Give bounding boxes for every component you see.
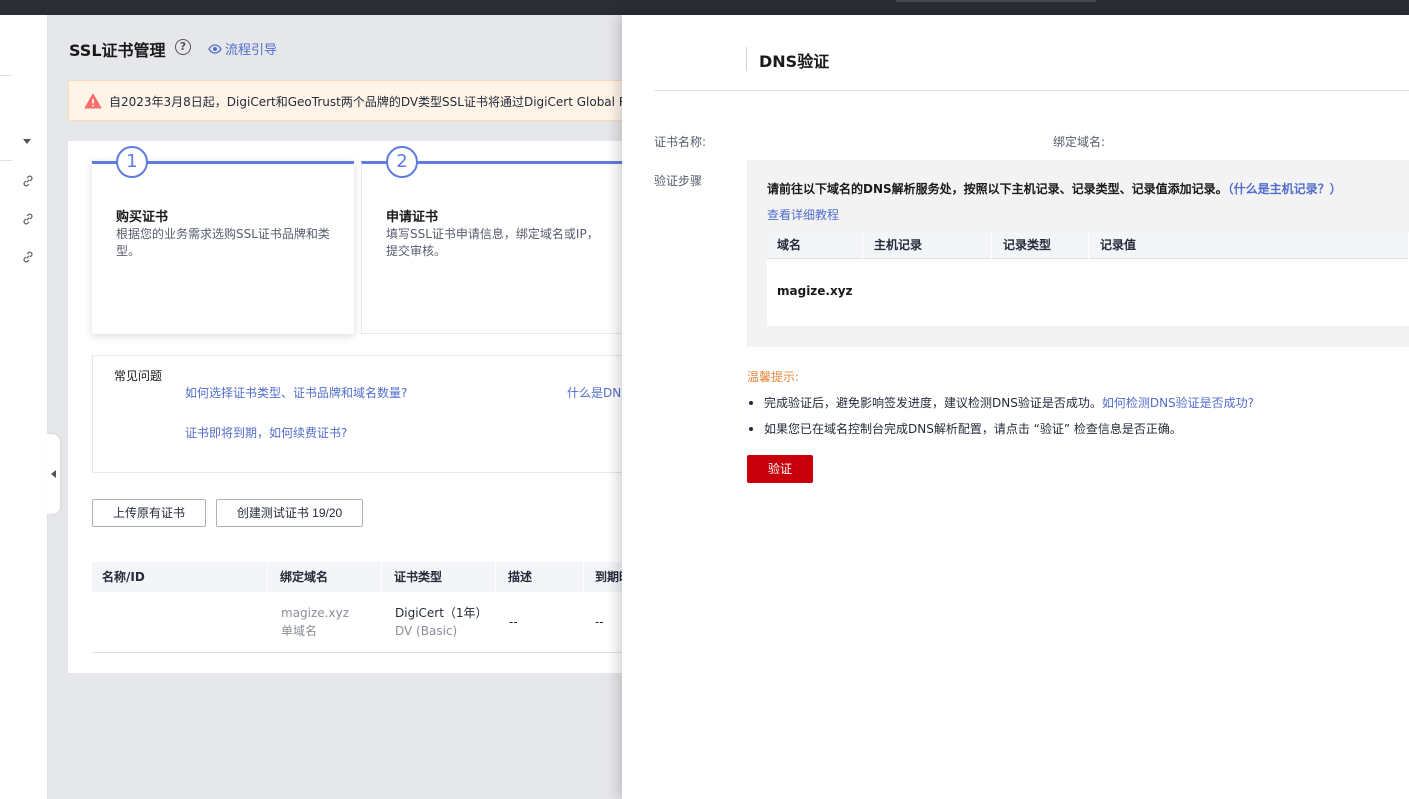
faq-link[interactable]: 如何选择证书类型、证书品牌和域名数量? — [185, 384, 407, 401]
cell-cert-sub: DV (Basic) — [395, 624, 458, 638]
step-number: 2 — [386, 146, 418, 178]
instruction-text: 请前往以下域名的DNS解析服务处，按照以下主机记录、记录类型、记录值添加记录。（… — [767, 180, 1342, 197]
cell-cert-type: DigiCert（1年） — [395, 606, 488, 620]
page-title: SSL证书管理 — [69, 41, 166, 60]
cert-name-label: 证书名称: — [654, 135, 707, 149]
tips-title: 温馨提示: — [747, 370, 800, 384]
step-title: 购买证书 — [116, 210, 169, 225]
process-guide-link[interactable]: 流程引导 — [208, 39, 277, 58]
check-dns-link[interactable]: 如何检测DNS验证是否成功? — [1102, 396, 1254, 410]
verify-steps-box: 请前往以下域名的DNS解析服务处，按照以下主机记录、记录类型、记录值添加记录。（… — [747, 160, 1409, 347]
dns-table-header: 域名 主机记录 记录类型 记录值 — [767, 232, 1409, 259]
create-test-cert-button[interactable]: 创建测试证书 19/20 — [216, 499, 363, 527]
notice-banner: 自2023年3月8日起，DigiCert和GeoTrust两个品牌的DV类型SS… — [68, 80, 622, 121]
column-header[interactable]: 绑定域名 — [270, 562, 382, 592]
faq-link[interactable]: 证书即将到期，如何续费证书? — [185, 424, 347, 441]
chevron-down-icon[interactable] — [23, 139, 31, 144]
drawer-title: DNS验证 — [759, 52, 830, 71]
top-bar — [0, 0, 1409, 15]
bullet — [749, 400, 753, 405]
cell-domain-type: 单域名 — [281, 624, 318, 638]
nav-divider — [0, 160, 12, 161]
step-title: 申请证书 — [386, 210, 439, 225]
column-header[interactable]: 证书类型 — [384, 562, 496, 592]
column-header: 主机记录 — [864, 232, 992, 259]
link-icon[interactable] — [21, 212, 35, 226]
bound-domain-label: 绑定域名: — [1053, 135, 1106, 149]
cell-desc: -- — [509, 615, 518, 629]
help-icon[interactable]: ? — [175, 39, 191, 55]
title-divider — [746, 47, 747, 71]
overview-card: 1 购买证书 根据您的业务需求选购SSL证书品牌和类型。 2 申请证书 填写SS… — [68, 141, 622, 673]
notice-text: 自2023年3月8日起，DigiCert和GeoTrust两个品牌的DV类型SS… — [109, 95, 622, 109]
step-number: 1 — [116, 146, 148, 178]
faq-section: 常见问题 如何选择证书类型、证书品牌和域名数量? 什么是DNS 证书即将到期，如… — [92, 355, 622, 473]
step-desc: 根据您的业务需求选购SSL证书品牌和类型。 — [116, 227, 330, 258]
cell-domain: magize.xyz — [281, 606, 349, 620]
verify-button[interactable]: 验证 — [747, 455, 813, 483]
column-header: 域名 — [767, 232, 863, 259]
step-apply-cert[interactable]: 2 申请证书 填写SSL证书申请信息，绑定域名或IP，提交审核。 — [361, 146, 622, 334]
tip-text: 完成验证后，避免影响签发进度，建议检测DNS验证是否成功。 — [764, 396, 1102, 410]
link-icon[interactable] — [21, 250, 35, 264]
upload-cert-button[interactable]: 上传原有证书 — [92, 499, 206, 527]
table-row[interactable]: magize.xyz 单域名 DigiCert（1年） DV (Basic) -… — [92, 592, 622, 653]
dns-record-table: 域名 主机记录 记录类型 记录值 magize.xyz — [767, 232, 1409, 326]
instruction-body: 请前往以下域名的DNS解析服务处，按照以下主机记录、记录类型、记录值添加记录。 — [767, 182, 1228, 196]
warning-icon — [84, 93, 102, 109]
column-header[interactable]: 到期时 — [585, 562, 622, 592]
column-header: 记录值 — [1090, 232, 1409, 259]
table-header: 名称/ID 绑定域名 证书类型 描述 到期时 — [92, 562, 622, 592]
nav-divider — [0, 75, 12, 76]
dns-verify-drawer: DNS验证 证书名称: 绑定域名: 验证步骤 请前往以下域名的DNS解析服务处，… — [622, 15, 1409, 799]
column-header: 记录类型 — [993, 232, 1089, 259]
tip-item: 完成验证后，避免影响签发进度，建议检测DNS验证是否成功。如何检测DNS验证是否… — [749, 394, 1254, 411]
column-header[interactable]: 描述 — [498, 562, 584, 592]
verify-steps-label: 验证步骤 — [654, 174, 703, 188]
header-divider — [654, 90, 1409, 91]
left-nav — [0, 15, 48, 799]
dns-record-domain: magize.xyz — [777, 284, 853, 298]
tip-text: 如果您已在域名控制台完成DNS解析配置，请点击 “验证” 检查信息是否正确。 — [764, 422, 1182, 436]
chevron-left-icon — [51, 470, 56, 478]
column-header[interactable]: 名称/ID — [92, 562, 268, 592]
step-buy-cert[interactable]: 1 购买证书 根据您的业务需求选购SSL证书品牌和类型。 — [92, 146, 354, 334]
main-content: SSL证书管理 ? 流程引导 自2023年3月8日起，DigiCert和GeoT… — [48, 15, 622, 799]
sidebar-collapse-handle[interactable] — [46, 434, 60, 514]
top-bar-search-stub — [896, 0, 1096, 2]
bullet — [749, 426, 753, 431]
tip-item: 如果您已在域名控制台完成DNS解析配置，请点击 “验证” 检查信息是否正确。 — [749, 420, 1182, 437]
process-guide-label: 流程引导 — [225, 43, 278, 58]
link-icon[interactable] — [21, 174, 35, 188]
cell-expire: -- — [595, 615, 604, 629]
tutorial-link[interactable]: 查看详细教程 — [767, 206, 839, 223]
faq-link[interactable]: 什么是DNS — [567, 384, 622, 401]
host-record-help-link[interactable]: （什么是主机记录？） — [1228, 182, 1342, 196]
step-desc: 填写SSL证书申请信息，绑定域名或IP，提交审核。 — [386, 227, 599, 258]
faq-title: 常见问题 — [114, 369, 163, 383]
eye-icon — [208, 43, 222, 54]
